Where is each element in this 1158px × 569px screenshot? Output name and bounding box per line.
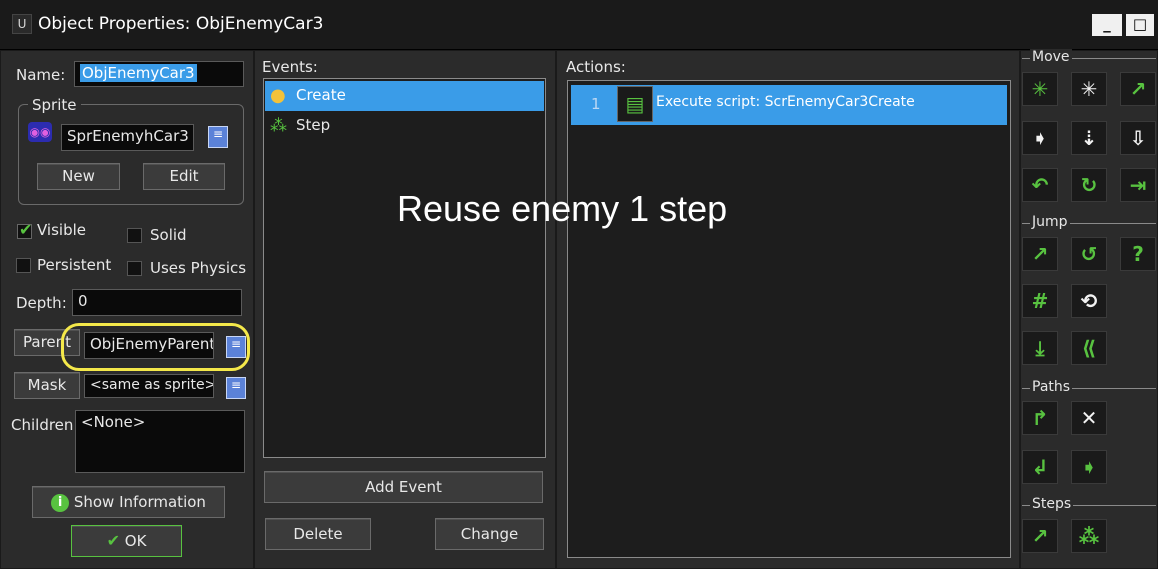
maximize-button[interactable]: □ (1126, 14, 1154, 36)
uses-physics-checkbox[interactable] (127, 261, 142, 276)
script-icon: ▤ (617, 86, 653, 122)
sprite-thumbnail-icon: ◉◉ (28, 122, 52, 142)
info-icon: i (51, 493, 70, 512)
name-label: Name: (16, 66, 66, 84)
event-item-create-label: Create (296, 86, 346, 104)
move-free-icon[interactable]: ✳ (1071, 72, 1107, 106)
reverse-vertical-icon[interactable]: ↻ (1071, 168, 1107, 202)
name-input[interactable]: ObjEnemyCar3 (74, 61, 244, 87)
children-label: Children: (11, 416, 79, 434)
step-towards-icon[interactable]: ↗ (1022, 519, 1058, 553)
events-list[interactable] (263, 78, 546, 458)
show-information-button[interactable]: i Show Information (32, 486, 225, 518)
step-icon: ⁂ (270, 116, 287, 136)
parent-highlight-circle (61, 323, 250, 371)
action-label: Execute script: ScrEnemyCar3Create (656, 94, 915, 110)
solid-label: Solid (150, 226, 187, 244)
gravity-icon[interactable]: ⇩ (1120, 121, 1156, 155)
gamemaker-app-icon: ꓴ (12, 14, 32, 34)
change-event-button[interactable]: Change (435, 518, 544, 550)
visible-label: Visible (37, 221, 86, 239)
friction-icon[interactable]: ⇥ (1120, 168, 1156, 202)
mask-menu-icon[interactable]: ≡ (226, 377, 246, 399)
jump-to-random-icon[interactable]: ? (1120, 237, 1156, 271)
reverse-horizontal-icon[interactable]: ↶ (1022, 168, 1058, 202)
depth-label: Depth: (16, 294, 67, 312)
steps-section-label: Steps (1030, 496, 1074, 512)
show-information-label: Show Information (73, 493, 206, 511)
window-titlebar: ꓴ Object Properties: ObjEnemyCar3 _ □ (0, 0, 1158, 50)
action-index: 1 (591, 95, 601, 113)
depth-input[interactable]: 0 (72, 289, 242, 316)
name-input-value: ObjEnemyCar3 (80, 64, 197, 82)
path-position-icon[interactable]: ↲ (1022, 450, 1058, 484)
path-speed-icon[interactable]: ➧ (1071, 450, 1107, 484)
edit-sprite-button[interactable]: Edit (143, 163, 225, 190)
speed-vertical-icon[interactable]: ⇣ (1071, 121, 1107, 155)
persistent-checkbox[interactable] (16, 258, 31, 273)
move-to-contact-icon[interactable]: ⤓ (1022, 331, 1058, 365)
set-path-icon[interactable]: ↱ (1022, 401, 1058, 435)
speed-horizontal-icon[interactable]: ➧ (1022, 121, 1058, 155)
sprite-group-label: Sprite (28, 96, 81, 114)
ok-check-icon: ✔ (106, 531, 120, 550)
event-item-step-label[interactable]: Step (296, 116, 330, 134)
move-section-label: Move (1030, 49, 1072, 65)
children-list[interactable]: <None> (75, 410, 245, 473)
solid-checkbox[interactable] (127, 228, 142, 243)
new-sprite-button[interactable]: New (37, 163, 120, 190)
events-header: Events: (262, 58, 318, 76)
jump-to-start-icon[interactable]: ↺ (1071, 237, 1107, 271)
mask-field[interactable]: <same as sprite> (84, 374, 214, 398)
jump-section-label: Jump (1030, 214, 1070, 230)
add-event-button[interactable]: Add Event (264, 471, 543, 503)
actions-header: Actions: (566, 58, 626, 76)
actions-list[interactable] (567, 80, 1011, 558)
ok-button[interactable]: ✔ OK (71, 525, 182, 557)
move-fixed-icon[interactable]: ✳ (1022, 72, 1058, 106)
delete-event-button[interactable]: Delete (265, 518, 371, 550)
ok-label: OK (124, 532, 147, 550)
lightbulb-icon: ● (270, 85, 286, 106)
bounce-icon[interactable]: ⟪ (1071, 331, 1107, 365)
jump-to-position-icon[interactable]: ↗ (1022, 237, 1058, 271)
annotation-text: Reuse enemy 1 step (397, 188, 728, 229)
wrap-screen-icon[interactable]: ⟲ (1071, 284, 1107, 318)
mask-button[interactable]: Mask (14, 372, 80, 399)
uses-physics-label: Uses Physics (150, 259, 247, 277)
move-towards-icon[interactable]: ↗ (1120, 72, 1156, 106)
step-avoiding-icon[interactable]: ⁂ (1071, 519, 1107, 553)
paths-section-label: Paths (1030, 379, 1073, 395)
align-to-grid-icon[interactable]: # (1022, 284, 1058, 318)
persistent-label: Persistent (37, 256, 112, 274)
window-title: Object Properties: ObjEnemyCar3 (38, 14, 324, 34)
end-path-icon[interactable]: ✕ (1071, 401, 1107, 435)
minimize-button[interactable]: _ (1092, 14, 1122, 36)
sprite-field[interactable]: SprEnemyhCar3 (61, 124, 194, 151)
sprite-menu-icon[interactable]: ≡ (208, 126, 228, 148)
visible-checkbox[interactable]: ✔ (17, 220, 32, 239)
check-icon: ✔ (19, 220, 33, 239)
